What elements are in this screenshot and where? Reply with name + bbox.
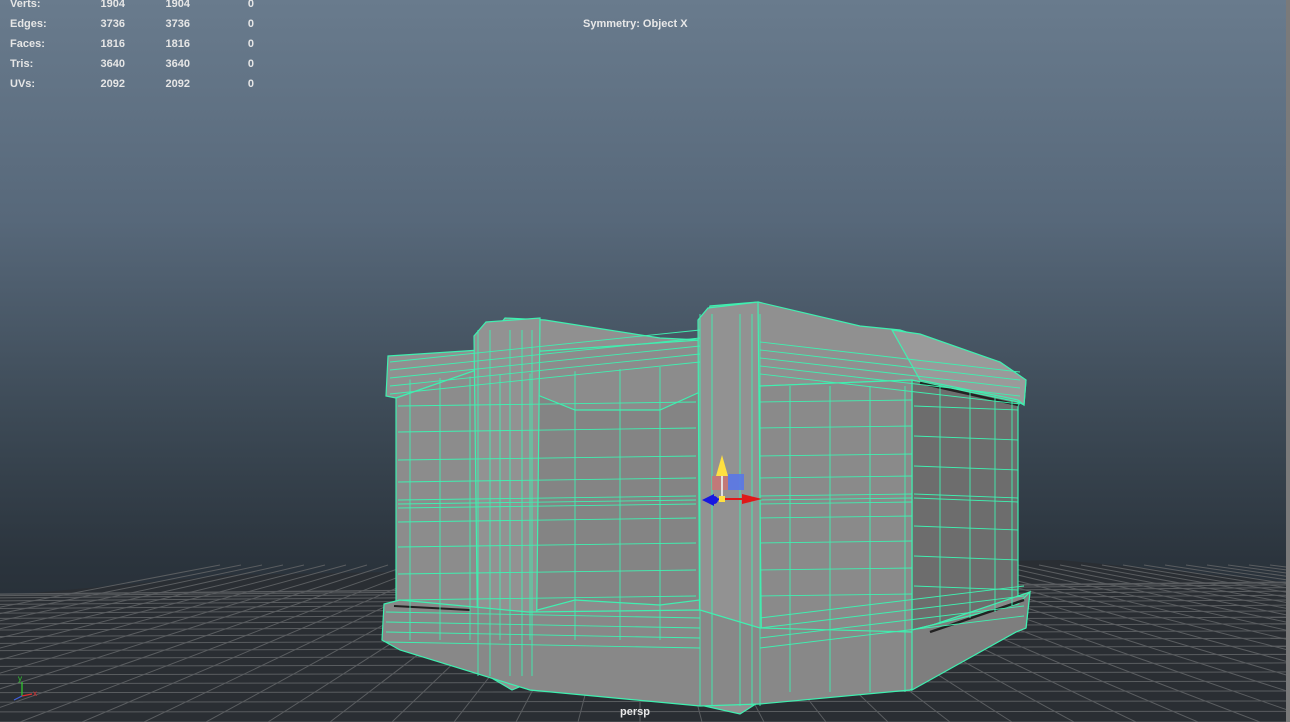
hud-label: Edges: [10,18,47,30]
crate-mesh[interactable] [381,301,1031,715]
perspective-viewport[interactable]: Verts: 1904 1904 0 Edges: 3736 3736 0 Fa… [0,0,1290,722]
symmetry-status: Symmetry: Object X [583,18,688,30]
hud-value: 0 [247,78,254,90]
hud-value: 0 [247,18,254,30]
camera-name-label: persp [620,706,650,718]
hud-label: UVs: [10,78,36,90]
hud-row-tris: Tris: 3640 3640 0 [0,58,270,72]
hud-row-edges: Edges: 3736 3736 0 [0,18,270,32]
viewport-border [1286,0,1290,722]
hud-value: 3736 [100,18,125,30]
scene-canvas[interactable] [0,0,1290,722]
hud-value: 1816 [100,38,125,50]
hud-value: 1904 [165,0,190,10]
hud-value: 0 [247,38,254,50]
hud-value: 1904 [100,0,125,10]
hud-label: Faces: [10,38,45,50]
hud-value: 2092 [165,78,190,90]
axis-orientation-icon: y x [13,674,37,701]
axis-x-label: x [33,689,37,698]
hud-value: 3736 [165,18,190,30]
axis-y-label: y [18,674,22,683]
hud-value: 3640 [165,58,190,70]
hud-value: 1816 [165,38,190,50]
hud-value: 0 [247,0,254,10]
hud-row-verts: Verts: 1904 1904 0 [0,0,270,12]
hud-label: Verts: [10,0,41,10]
hud-row-faces: Faces: 1816 1816 0 [0,38,270,52]
hud-value: 0 [247,58,254,70]
hud-label: Tris: [10,58,34,70]
hud-value: 2092 [100,78,125,90]
hud-row-uvs: UVs: 2092 2092 0 [0,78,270,92]
hud-value: 3640 [100,58,125,70]
